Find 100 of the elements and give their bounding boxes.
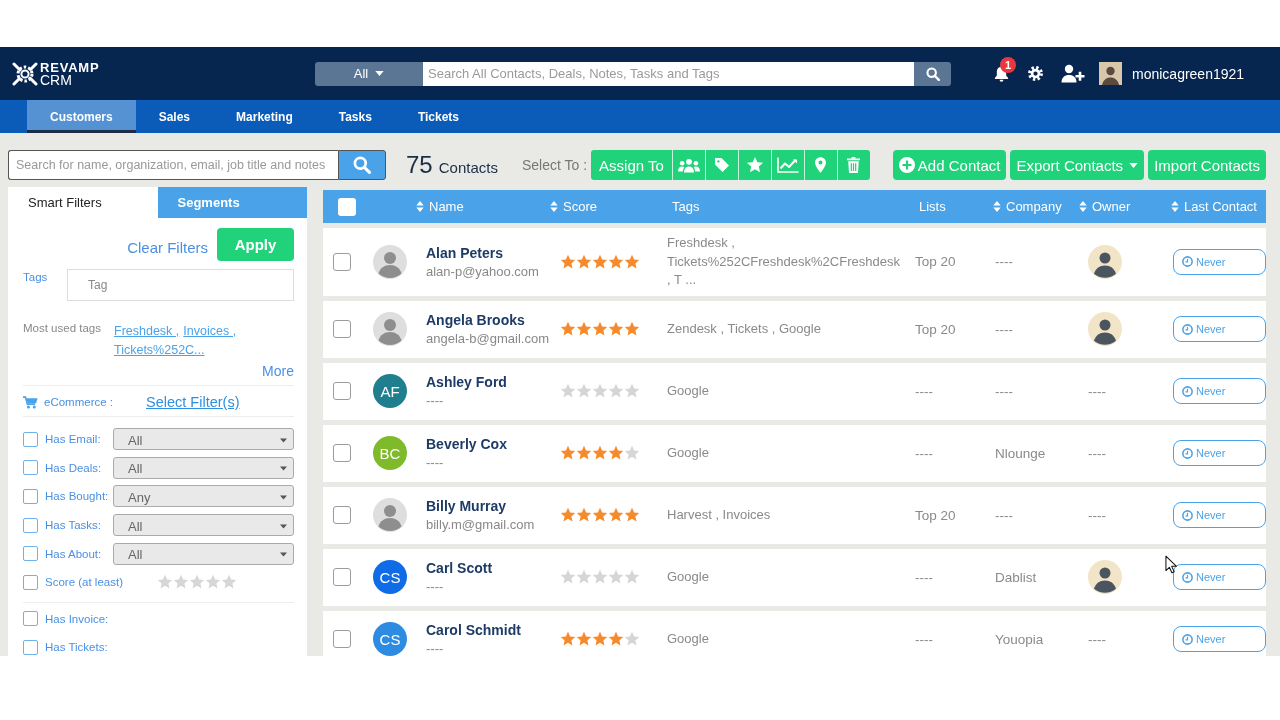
- star-icon: [560, 569, 576, 585]
- column-header[interactable]: Name: [416, 199, 464, 214]
- checkbox[interactable]: [23, 639, 38, 655]
- select-filters-link[interactable]: Select Filter(s): [146, 394, 240, 410]
- filter-label: Has Invoice:: [45, 612, 110, 625]
- filter-tab[interactable]: Segments: [157, 187, 307, 218]
- search-input[interactable]: Search for name, organization, email, job title and notes: [8, 150, 338, 180]
- tag-link[interactable]: Invoices ,: [183, 322, 237, 341]
- last-contact-button[interactable]: Never: [1173, 316, 1266, 342]
- select-field[interactable]: All: [113, 514, 294, 537]
- list-name: ----: [915, 631, 933, 647]
- star-icon: [592, 383, 608, 399]
- nav-tab[interactable]: Sales: [135, 100, 214, 133]
- owner-name: ----: [1088, 507, 1106, 523]
- last-contact-button[interactable]: Never: [1173, 440, 1266, 466]
- nav-tab[interactable]: Tickets: [394, 100, 482, 133]
- contact-name[interactable]: Angela Brooks: [426, 312, 525, 328]
- star-icon: [592, 507, 608, 523]
- tag-input[interactable]: Tag: [67, 269, 294, 301]
- username[interactable]: monicagreen1921: [1132, 65, 1245, 82]
- checkbox[interactable]: [23, 611, 38, 627]
- contact-email: ----: [426, 455, 444, 470]
- search-button[interactable]: [914, 61, 951, 86]
- contact-name[interactable]: Billy Murray: [426, 498, 507, 514]
- sort-icon: [993, 201, 1001, 212]
- search-input[interactable]: Search All Contacts, Deals, Notes, Tasks and Tags: [423, 61, 914, 86]
- clock-icon: [1182, 509, 1193, 521]
- star-button[interactable]: [737, 150, 771, 180]
- logo-text: CRM: [40, 73, 72, 86]
- star-icon: [624, 321, 640, 337]
- tag-button[interactable]: [704, 150, 738, 180]
- owner-avatar-icon: [1088, 312, 1122, 346]
- checkbox[interactable]: [333, 252, 351, 271]
- group-button[interactable]: [671, 150, 705, 180]
- search-button[interactable]: [338, 150, 386, 180]
- column-header[interactable]: Company: [993, 199, 1062, 214]
- contact-name[interactable]: Alan Peters: [426, 244, 504, 261]
- contact-email: ----: [426, 393, 444, 408]
- checkbox[interactable]: [338, 197, 356, 216]
- action-button[interactable]: Export Contacts: [1010, 150, 1145, 180]
- clock-icon: [1182, 385, 1193, 397]
- assign-to-button[interactable]: Assign To: [591, 150, 672, 180]
- company-name: ----: [995, 254, 1013, 270]
- nav-tab[interactable]: Marketing: [213, 100, 316, 133]
- checkbox[interactable]: [333, 320, 351, 338]
- caret-icon: [280, 495, 287, 500]
- owner-avatar-icon: [1088, 560, 1122, 594]
- last-contact-button[interactable]: Never: [1173, 378, 1266, 404]
- checkbox[interactable]: [23, 546, 38, 562]
- last-contact-button[interactable]: Never: [1173, 248, 1266, 275]
- select-field[interactable]: Any: [113, 485, 294, 508]
- more-link[interactable]: More: [262, 363, 294, 379]
- last-contact-button[interactable]: Never: [1173, 564, 1266, 590]
- add-user-icon[interactable]: [1061, 64, 1085, 83]
- checkbox[interactable]: [333, 568, 351, 586]
- select-to-label: Select To :: [521, 157, 588, 173]
- nav-tab[interactable]: Customers: [27, 100, 136, 133]
- delete-button[interactable]: [836, 150, 870, 180]
- contact-name[interactable]: Carl Scott: [426, 560, 493, 576]
- tag-link[interactable]: Tickets%252C...: [114, 341, 205, 360]
- last-contact-button[interactable]: Never: [1173, 626, 1266, 652]
- user-avatar-icon[interactable]: [1099, 62, 1122, 85]
- checkbox[interactable]: [333, 506, 351, 524]
- checkbox[interactable]: [23, 431, 38, 447]
- checkbox[interactable]: [333, 444, 351, 462]
- select-field[interactable]: All: [113, 456, 294, 479]
- select-field[interactable]: All: [113, 428, 294, 451]
- checkbox[interactable]: [23, 460, 38, 476]
- checkbox[interactable]: [333, 630, 351, 648]
- checkbox[interactable]: [23, 517, 38, 533]
- checkbox[interactable]: [23, 574, 38, 590]
- column-header[interactable]: Last Contact: [1171, 199, 1257, 214]
- checkbox[interactable]: [23, 489, 38, 504]
- star-icon: [592, 321, 608, 337]
- action-button[interactable]: Import Contacts: [1148, 150, 1266, 180]
- contact-name[interactable]: Beverly Cox: [426, 436, 507, 452]
- gear-icon[interactable]: [1027, 65, 1044, 82]
- ecommerce-label: eCommerce :: [44, 396, 115, 408]
- scope-dropdown[interactable]: All: [315, 61, 423, 86]
- people-icon: [677, 157, 700, 173]
- star-icon: [560, 631, 576, 647]
- filter-tab[interactable]: Smart Filters: [8, 187, 158, 218]
- tag-link[interactable]: Freshdesk ,: [114, 322, 180, 341]
- select-field[interactable]: All: [113, 542, 294, 565]
- contact-name[interactable]: Carol Schmidt: [426, 622, 521, 638]
- star-icon: [624, 631, 640, 647]
- contact-name[interactable]: Ashley Ford: [426, 374, 507, 390]
- column-header[interactable]: Owner: [1079, 199, 1131, 214]
- star-icon: [592, 253, 608, 270]
- checkbox[interactable]: [333, 382, 351, 400]
- star-icon: [608, 569, 624, 585]
- apply-button[interactable]: Apply: [217, 228, 294, 261]
- action-button[interactable]: Add Contact: [892, 150, 1007, 180]
- last-contact-button[interactable]: Never: [1173, 502, 1266, 528]
- clear-filters-link[interactable]: Clear Filters: [127, 239, 208, 256]
- nav-tab[interactable]: Tasks: [315, 100, 395, 133]
- initials-avatar: CS: [373, 560, 407, 594]
- column-header[interactable]: Score: [550, 199, 597, 214]
- location-button[interactable]: [803, 150, 837, 180]
- chart-button[interactable]: [770, 150, 804, 180]
